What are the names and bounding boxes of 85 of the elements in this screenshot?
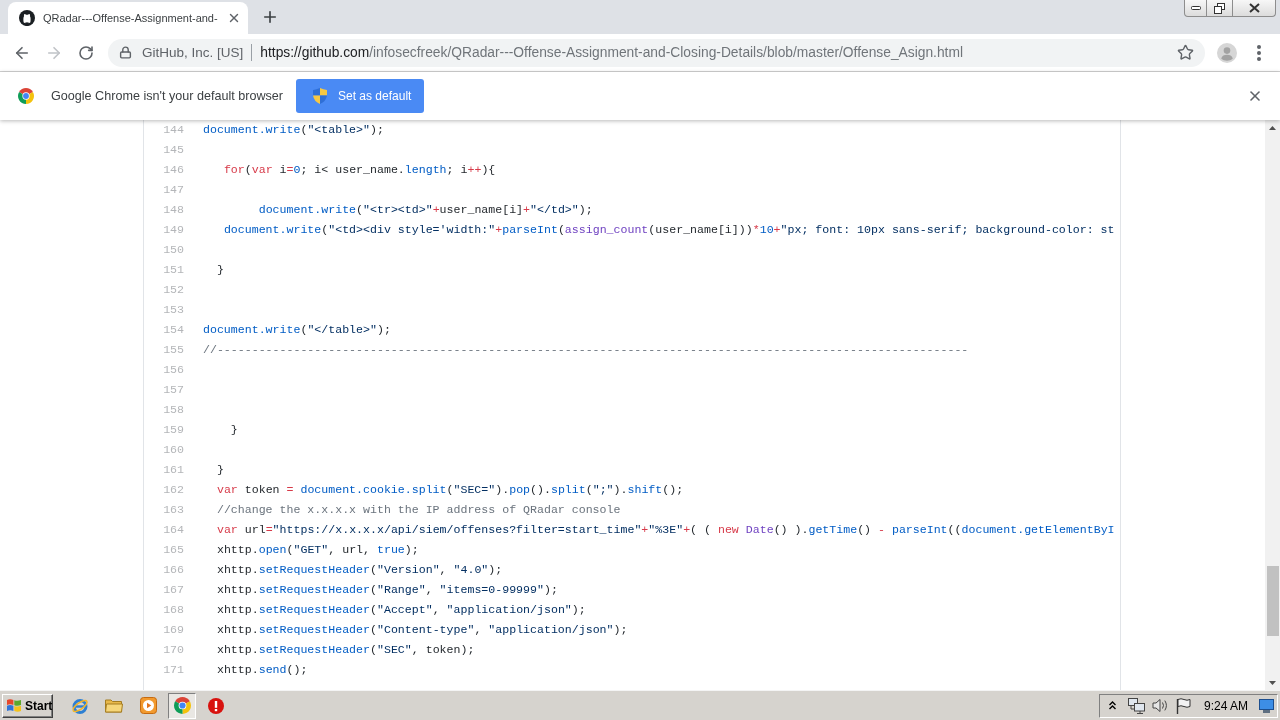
close-window-button[interactable]	[1232, 0, 1276, 17]
code-line: xhttp.open("GET", url, true);	[216, 542, 419, 556]
code-line: }	[216, 262, 224, 276]
url-text: https://github.com/infosecfreek/QRadar---Offense-Assignment-and-Closing-Details/blob/master/Offense_Asign.html	[260, 45, 963, 60]
code-line: for(var i=0; i< user_name.length; i++){	[223, 162, 496, 176]
line-number: 171	[162, 662, 185, 676]
code-line: document.write("<table>");	[203, 122, 384, 136]
restore-button[interactable]	[1206, 0, 1233, 17]
clock[interactable]: 9:24 AM	[1203, 698, 1248, 713]
scrollbar-thumb[interactable]	[1266, 566, 1279, 636]
line-number: 153	[162, 302, 185, 316]
plus-icon	[261, 8, 279, 26]
close-icon	[1247, 88, 1263, 104]
code-line: xhttp.setRequestHeader("SEC", token);	[216, 642, 475, 656]
line-number: 158	[162, 402, 185, 416]
line-number: 151	[162, 262, 185, 276]
start-button[interactable]: Start	[2, 693, 53, 718]
shield-icon	[313, 88, 327, 104]
line-number: 162	[162, 482, 185, 496]
show-desktop-icon	[1259, 698, 1274, 713]
code-line: }	[216, 462, 224, 476]
line-number: 145	[162, 142, 185, 156]
scrollbar[interactable]	[1265, 120, 1280, 690]
line-number: 169	[162, 622, 185, 636]
code-line: var url="https://x.x.x.x/api/siem/offenses?filter=start_time"+"%3E"+( ( new Date() ).getTime() - parseInt((document.getElementByI	[216, 522, 1115, 536]
line-number: 150	[162, 242, 185, 256]
code-line: document.write("</table>");	[203, 322, 391, 336]
globe-orbit-icon	[71, 696, 89, 715]
line-number: 160	[162, 442, 185, 456]
site-identity: GitHub, Inc. [US]	[142, 45, 244, 60]
line-number: 154	[162, 322, 185, 336]
line-number: 165	[162, 542, 185, 556]
alert-icon	[208, 697, 224, 714]
code-line: xhttp.setRequestHeader("Range", "items=0-99999");	[216, 582, 558, 596]
media-play-icon	[139, 697, 157, 714]
favicon-icon	[19, 10, 35, 26]
caret-up-icon	[1269, 125, 1276, 130]
menu-icon	[1257, 44, 1261, 61]
windows-flag-icon	[6, 698, 22, 713]
folder-icon	[105, 698, 123, 713]
line-number: 161	[162, 462, 185, 476]
line-number: 149	[162, 222, 185, 236]
taskbar-button[interactable]	[168, 692, 196, 719]
line-number: 164	[162, 522, 185, 536]
browser-logo-icon	[18, 88, 34, 104]
reload-icon	[78, 44, 94, 61]
code-line: document.write("<tr><td>"+user_name[i]+"</td>");	[258, 202, 593, 216]
network-icon	[1127, 697, 1145, 714]
close-icon	[1248, 3, 1260, 13]
restore-icon	[1214, 2, 1225, 14]
infobar-message: Google Chrome isn't your default browser	[51, 89, 283, 103]
line-number: 148	[162, 202, 185, 216]
line-number: 167	[162, 582, 185, 596]
code-line: xhttp.setRequestHeader("Content-type", "application/json");	[216, 622, 628, 636]
code-line: }	[230, 422, 238, 436]
line-number: 146	[162, 162, 185, 176]
code-line: xhttp.setRequestHeader("Accept", "application/json");	[216, 602, 586, 616]
speaker-icon	[1151, 698, 1169, 713]
line-number: 157	[162, 382, 185, 396]
code-line: var token = document.cookie.split("SEC=").pop().split(";").shift();	[216, 482, 684, 496]
line-number: 144	[162, 122, 185, 136]
lock-icon	[119, 46, 132, 59]
line-number: 168	[162, 602, 185, 616]
line-number: 147	[162, 182, 185, 196]
line-number: 156	[162, 362, 185, 376]
browser-tab[interactable]: QRadar---Offense-Assignment-and-	[8, 2, 248, 34]
avatar-icon	[1217, 42, 1237, 63]
address-bar[interactable]: GitHub, Inc. [US] https://github.com/infosecfreek/QRadar---Offense-Assignment-and-Closing-Details/blob/master/Offense_Asign.html	[108, 38, 1205, 67]
code-line: xhttp.setRequestHeader("Version", "4.0");	[216, 562, 503, 576]
line-number: 166	[162, 562, 185, 576]
code-line: xhttp.send();	[216, 662, 308, 676]
code-line: //change the x.x.x.x with the IP address of QRadar console	[216, 502, 621, 516]
code-line: document.write("<td><div style='width:"+parseInt(assign_count(user_name[i]))*10+"px; font: 10px sans-serif; background-color: st	[223, 222, 1115, 236]
line-number: 159	[162, 422, 185, 436]
line-number: 170	[162, 642, 185, 656]
line-number: 152	[162, 282, 185, 296]
browser-logo-icon	[173, 697, 191, 714]
line-number: 163	[162, 502, 185, 516]
flag-icon	[1175, 697, 1191, 714]
line-number: 155	[162, 342, 185, 356]
minimize-button[interactable]	[1184, 0, 1207, 17]
chevron-up-icon	[1109, 701, 1117, 710]
caret-down-icon	[1269, 680, 1276, 685]
code-line: //------------------------------------------------------------------------------------------------------------	[203, 342, 969, 356]
minimize-icon	[1190, 6, 1201, 10]
